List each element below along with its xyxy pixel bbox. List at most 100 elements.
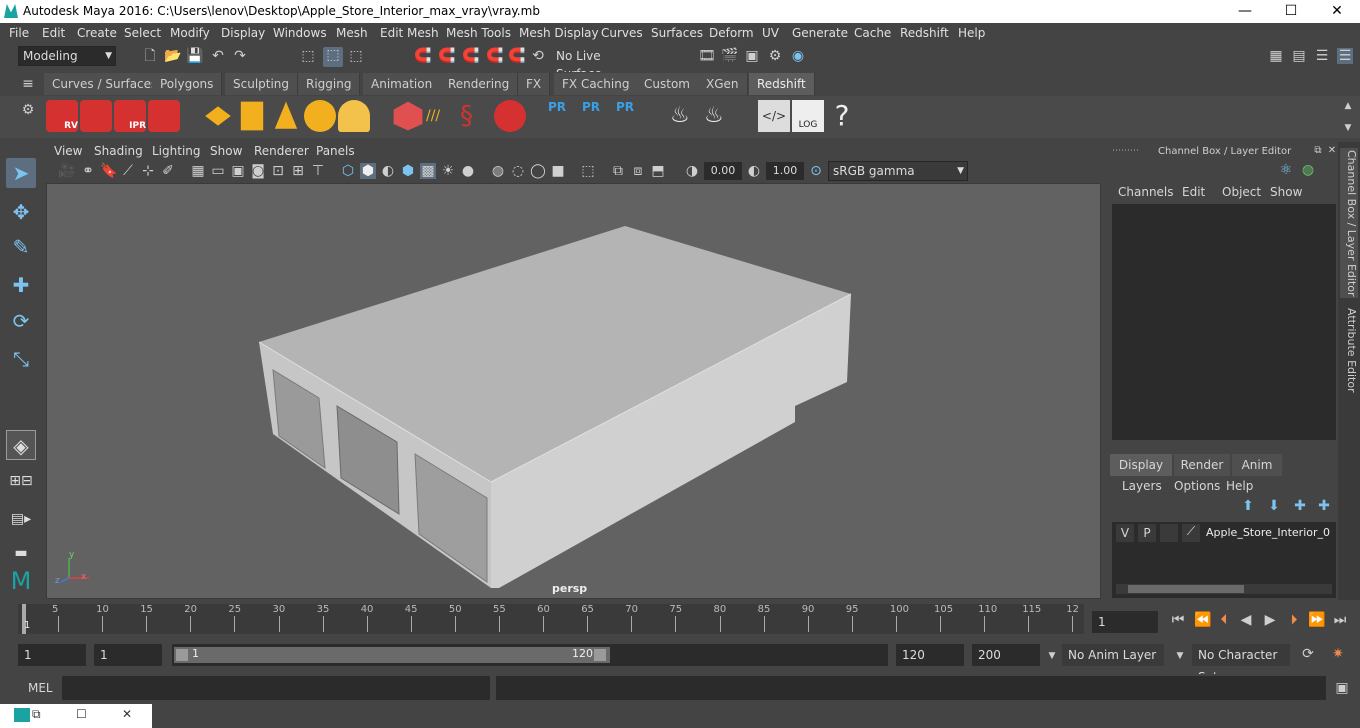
pr-mesh-icon[interactable]: PR [548,100,580,132]
step-forward-key-icon[interactable]: ⏩ [1308,612,1325,628]
side-tab-channel-box[interactable]: Channel Box / Layer Editor [1340,148,1358,298]
step-back-frame-icon[interactable]: ⏴ [1216,612,1232,628]
snap-curve-icon[interactable]: 🧲 [438,48,455,64]
viewport-menu-shading[interactable]: Shading [94,144,143,158]
animation-start-field[interactable]: 1 [18,644,86,666]
menu-surfaces[interactable]: Surfaces [651,26,703,40]
layer-menu-options[interactable]: Options [1174,479,1220,493]
lasso-tool-icon[interactable]: ✥ [6,197,36,227]
anim-layer-dropdown[interactable]: No Anim Layer [1062,644,1164,666]
smooth-shade-icon[interactable]: ⬢ [360,163,376,179]
viewport-menu-view[interactable]: View [54,144,82,158]
open-scene-icon[interactable]: 📂 [164,48,181,64]
close-button[interactable]: ✕ [1314,0,1360,23]
gate-mask-icon[interactable]: ◙ [250,163,266,179]
redshift-batch-render-icon[interactable] [80,100,112,132]
redo-icon[interactable]: ↷ [232,48,248,64]
textured-icon[interactable]: ⬢ [400,163,416,179]
snap-surface-icon[interactable]: 🧲 [508,48,525,64]
animation-preferences-icon[interactable]: ✷ [1330,646,1346,662]
tab-display[interactable]: Display [1110,454,1172,476]
dome-light-icon[interactable] [304,100,336,132]
volume-icon[interactable]: § [460,100,492,132]
side-tab-attribute-editor[interactable]: Attribute Editor [1340,306,1358,394]
render-frame-icon[interactable]: 🎬 [721,48,738,64]
tab-redshift[interactable]: Redshift [749,73,815,95]
range-slider-thumb[interactable] [174,647,610,663]
new-scene-icon[interactable]: 🗋 [142,48,158,64]
new-layer-icon[interactable]: ✚ [1292,498,1308,514]
script-editor-icon[interactable]: </> [758,100,790,132]
channel-menu-show[interactable]: Show [1270,185,1302,199]
safe-title-icon[interactable]: ⊤ [310,163,326,179]
resolution-gate-icon[interactable]: ▣ [230,163,246,179]
maximize-button[interactable]: ☐ [1268,0,1314,23]
restore-icon[interactable]: ⧉ [32,707,41,722]
anti-aliasing-icon[interactable]: ◌ [510,163,526,179]
viewport-menu-show[interactable]: Show [210,144,242,158]
shelf-menu-icon[interactable]: ≡ [20,76,36,92]
menu-curves[interactable]: Curves [601,26,643,40]
tab-render[interactable]: Render [1174,454,1230,476]
menu-edit-mesh[interactable]: Edit Mesh [380,26,439,40]
layer-type-toggle[interactable] [1160,524,1178,542]
layer-menu-help[interactable]: Help [1226,479,1253,493]
tab-custom[interactable]: Custom [636,73,699,95]
menu-uv[interactable]: UV [762,26,779,40]
channel-menu-object[interactable]: Object [1222,185,1261,199]
hair-icon[interactable]: /// [426,100,458,132]
animation-end-field[interactable]: 200 [972,644,1040,666]
layer-playback-toggle[interactable]: P [1138,524,1156,542]
play-backward-icon[interactable]: ◀ [1238,612,1254,628]
four-view-layout-icon[interactable]: ⊞⊟ [6,466,36,496]
wireframe-icon[interactable]: ⬡ [340,163,356,179]
rotate-tool-icon[interactable]: ⟳ [6,306,36,336]
scale-tool-icon[interactable]: ⤡ [6,344,36,374]
gamma-icon[interactable]: ◐ [746,163,762,179]
tab-curves-surfaces[interactable]: Curves / Surfaces [44,73,167,95]
new-layer-selected-icon[interactable]: ✚ [1316,498,1332,514]
tab-fx[interactable]: FX [518,73,551,95]
undo-icon[interactable]: ↶ [210,48,226,64]
ipr-render-icon[interactable]: ▣ [744,48,760,64]
render-settings-icon[interactable]: ⚙ [767,48,783,64]
sun-sky-icon[interactable] [338,100,370,132]
color-space-dropdown[interactable]: sRGB gamma ▼ [828,161,968,181]
viewport-menu-panels[interactable]: Panels [316,144,355,158]
grid-icon[interactable]: ▦ [190,163,206,179]
workspace-icon[interactable]: ▦ [1268,48,1284,64]
step-back-key-icon[interactable]: ⏪ [1194,612,1211,628]
redshift-ipr-icon[interactable]: IPR [114,100,146,132]
go-to-end-icon[interactable]: ⏭ [1332,612,1348,628]
menu-mesh[interactable]: Mesh [336,26,368,40]
save-scene-icon[interactable]: 💾 [186,48,203,64]
snap-point-icon[interactable]: 🧲 [462,48,479,64]
shelf-scroll-down-icon[interactable]: ▼ [1340,120,1356,136]
select-tool-icon[interactable]: ➤ [6,158,36,188]
xray-icon[interactable]: ⬚ [580,163,596,179]
ies-light-icon[interactable] [274,101,298,129]
viewport-menu-renderer[interactable]: Renderer [254,144,309,158]
exposure-icon[interactable]: ◑ [684,163,700,179]
pr-convert-icon[interactable]: PR [616,100,648,132]
current-frame-field[interactable]: 1 [1092,611,1158,633]
move-layer-up-icon[interactable]: ⬆ [1240,498,1256,514]
wireframe-on-shaded-icon[interactable]: ◐ [380,163,396,179]
2d-pan-zoom-icon[interactable]: ⊹ [140,163,156,179]
tab-rigging[interactable]: Rigging [298,73,361,95]
film-gate-icon[interactable]: ▭ [210,163,226,179]
graph-layout-icon[interactable]: ▬ [6,538,36,568]
menu-select[interactable]: Select [124,26,161,40]
live-surface-field[interactable]: No Live Surface [552,47,648,81]
menu-modify[interactable]: Modify [170,26,210,40]
layer-scrollbar[interactable] [1116,584,1332,594]
time-slider-track[interactable] [18,604,1084,634]
viewport-menu-lighting[interactable]: Lighting [152,144,201,158]
menu-redshift[interactable]: Redshift [900,26,949,40]
maximize-small-icon[interactable]: ☐ [76,707,87,721]
menu-create[interactable]: Create [77,26,117,40]
xray-joints-icon[interactable]: ⧉ [610,163,626,179]
go-to-start-icon[interactable]: ⏮ [1170,612,1186,628]
layer-scrollbar-thumb[interactable] [1128,585,1244,593]
color-management-icon[interactable]: ⊙ [808,163,824,179]
